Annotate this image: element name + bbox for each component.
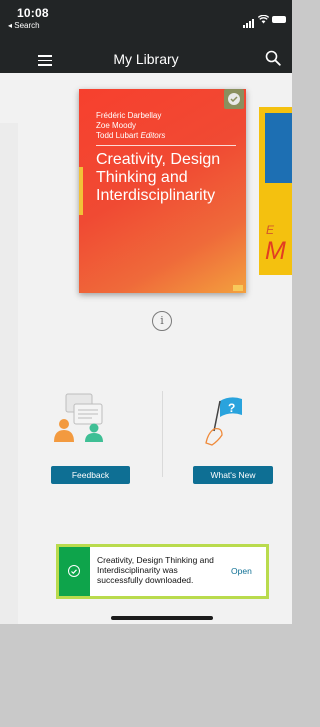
- hand-flag-question-icon: ?: [205, 397, 242, 446]
- signal-icon: [243, 10, 255, 28]
- battery-icon: [272, 15, 286, 23]
- success-check-icon: [68, 565, 80, 577]
- whats-new-button[interactable]: What's New: [193, 466, 273, 484]
- svg-text:?: ?: [228, 401, 235, 415]
- book-title: Creativity, Design Thinking and Interdis…: [96, 151, 221, 204]
- section-divider: [162, 391, 163, 477]
- people-chat-icon: [54, 393, 103, 442]
- back-to-search-link[interactable]: ◂ Search: [8, 21, 40, 30]
- book-info-button[interactable]: i: [152, 311, 172, 331]
- book-editors: Frédéric Darbellay Zoe Moody Todd Lubart…: [96, 111, 166, 140]
- feedback-button[interactable]: Feedback: [51, 466, 130, 484]
- library-content: Frédéric Darbellay Zoe Moody Todd Lubart…: [0, 73, 292, 624]
- status-icons: [243, 10, 286, 28]
- next-book-cover[interactable]: E M: [259, 107, 292, 275]
- search-icon[interactable]: [265, 50, 281, 66]
- page-title: My Library: [113, 51, 179, 67]
- wifi-icon: [258, 14, 269, 23]
- featured-book-cover[interactable]: Frédéric Darbellay Zoe Moody Todd Lubart…: [79, 89, 246, 293]
- download-toast: Creativity, Design Thinking and Interdis…: [56, 544, 269, 599]
- status-time: 10:08: [17, 6, 49, 20]
- home-indicator: [111, 616, 213, 620]
- toast-open-button[interactable]: Open: [231, 566, 252, 576]
- nav-bar: My Library: [0, 45, 292, 73]
- left-shade: [0, 123, 18, 624]
- top-bar: 10:08 ◂ Search My Library: [0, 0, 292, 73]
- toast-message: Creativity, Design Thinking and Interdis…: [97, 555, 214, 585]
- downloaded-check-icon: [224, 89, 244, 109]
